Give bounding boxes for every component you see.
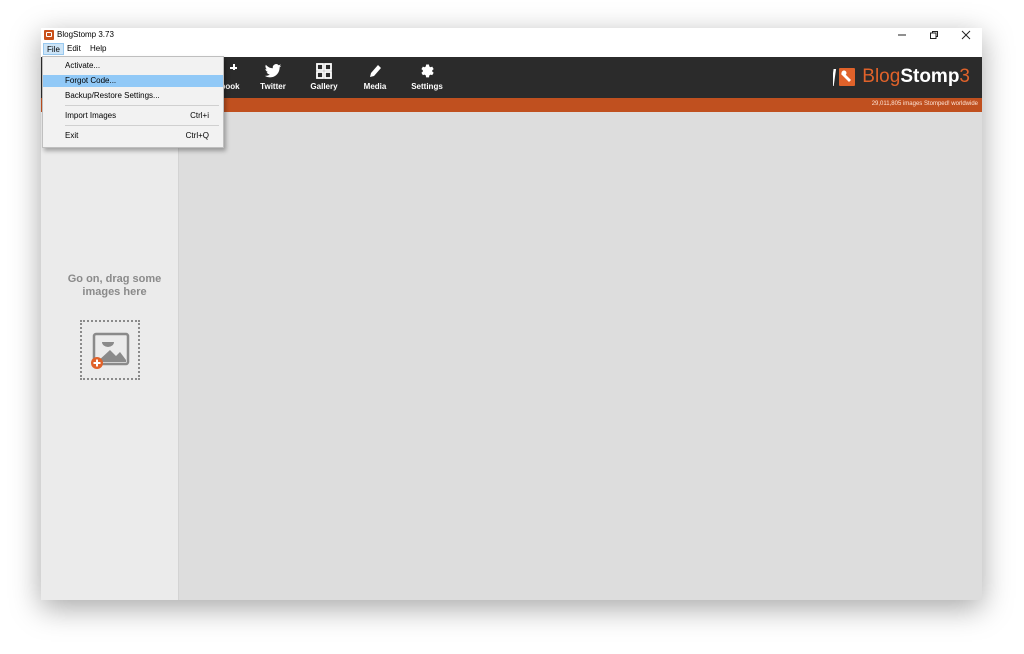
image-drop-panel[interactable]: Go on, drag some images here	[41, 112, 178, 600]
drop-hint-line2: images here	[82, 286, 147, 298]
brand-word-version: 3	[959, 66, 970, 87]
gallery-icon	[301, 62, 347, 80]
gallery-label: Gallery	[310, 82, 338, 91]
menu-item-label: Import Images	[65, 111, 117, 120]
gallery-button[interactable]: Gallery	[301, 62, 347, 96]
menu-item-label: Backup/Restore Settings...	[65, 91, 160, 100]
menu-item-exit[interactable]: Exit Ctrl+Q	[43, 130, 223, 142]
drop-zone[interactable]	[80, 320, 140, 380]
restore-button[interactable]	[919, 28, 949, 42]
menu-item-label: Activate...	[65, 61, 101, 70]
menu-file[interactable]: File	[43, 43, 64, 55]
add-image-icon	[91, 332, 130, 369]
stomped-count-text: 29,011,805 images Stomped! worldwide	[871, 101, 978, 107]
gear-icon	[404, 62, 450, 80]
menu-item-activate[interactable]: Activate...	[43, 60, 223, 72]
menu-item-backup-restore[interactable]: Backup/Restore Settings...	[43, 90, 223, 102]
twitter-label: Twitter	[260, 82, 286, 91]
menu-item-shortcut: Ctrl+i	[190, 111, 209, 120]
twitter-button[interactable]: Twitter	[250, 62, 296, 96]
brand-logo: Blog Stomp 3	[833, 65, 970, 89]
main-canvas[interactable]	[179, 112, 982, 600]
settings-label: Settings	[411, 82, 443, 91]
menu-separator	[65, 125, 219, 126]
menu-item-import-images[interactable]: Import Images Ctrl+i	[43, 110, 223, 122]
menu-item-label: Forgot Code...	[65, 76, 117, 85]
menu-item-label: Exit	[65, 131, 79, 140]
close-button[interactable]	[951, 28, 981, 42]
restore-icon	[930, 31, 938, 39]
drop-hint-text: Go on, drag some images here	[51, 273, 178, 299]
menu-item-shortcut: Ctrl+Q	[185, 131, 209, 140]
minimize-button[interactable]	[887, 28, 917, 42]
close-icon	[961, 30, 971, 40]
menu-bar: File Edit Help	[41, 43, 982, 56]
settings-button[interactable]: Settings	[404, 62, 450, 96]
menu-edit[interactable]: Edit	[64, 43, 84, 55]
pencil-icon	[352, 62, 398, 80]
file-menu-dropdown: Activate... Forgot Code... Backup/Restor…	[42, 56, 224, 148]
title-bar: BlogStomp 3.73	[41, 28, 982, 43]
app-logo-icon	[44, 30, 54, 40]
menu-help[interactable]: Help	[87, 43, 109, 55]
brand-word-stomp: Stomp	[900, 66, 960, 87]
menu-item-forgot-code[interactable]: Forgot Code...	[43, 75, 223, 87]
twitter-icon	[250, 62, 296, 80]
media-button[interactable]: Media	[352, 62, 398, 96]
drop-hint-line1: Go on, drag some	[67, 273, 162, 285]
window-title: BlogStomp 3.73	[57, 30, 114, 39]
brand-word-blog: Blog	[862, 66, 901, 87]
minimize-icon	[898, 34, 906, 36]
menu-separator	[65, 105, 219, 106]
stomp-logo-icon	[833, 68, 856, 86]
media-label: Media	[363, 82, 387, 91]
